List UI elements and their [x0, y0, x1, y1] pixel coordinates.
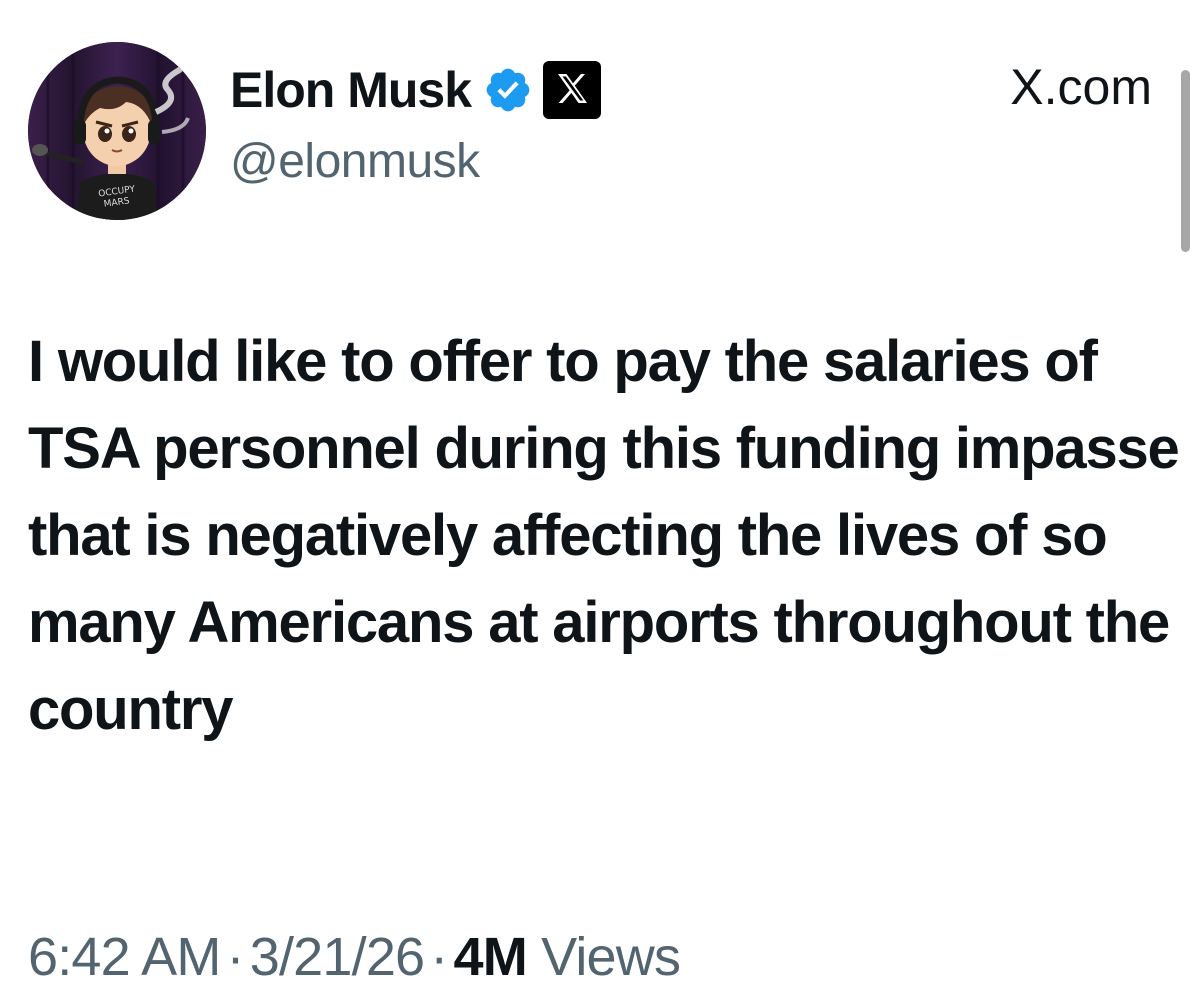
views-label: Views: [541, 927, 681, 987]
tweet-date[interactable]: 3/21/26: [250, 927, 425, 987]
author-display-name[interactable]: Elon Musk: [230, 65, 472, 115]
author-name-row: Elon Musk: [230, 58, 602, 122]
site-label: X.com: [1010, 59, 1152, 115]
author-handle[interactable]: @elonmusk: [230, 138, 480, 186]
meta-separator: ·: [226, 927, 245, 987]
avatar-image: OCCUPY MARS: [28, 42, 206, 220]
scrollbar[interactable]: [1181, 70, 1190, 252]
x-logo-icon[interactable]: [543, 61, 602, 119]
tweet-time[interactable]: 6:42 AM: [28, 927, 221, 987]
views-count: 4M: [453, 927, 527, 987]
tweet-text: I would like to offer to pay the salarie…: [28, 329, 1180, 742]
meta-separator: ·: [430, 927, 448, 987]
tweet-meta: 6:42 AM · 3/21/26 · 4M Views: [28, 924, 681, 990]
verified-badge-icon: [483, 65, 533, 115]
avatar[interactable]: OCCUPY MARS: [28, 42, 206, 220]
